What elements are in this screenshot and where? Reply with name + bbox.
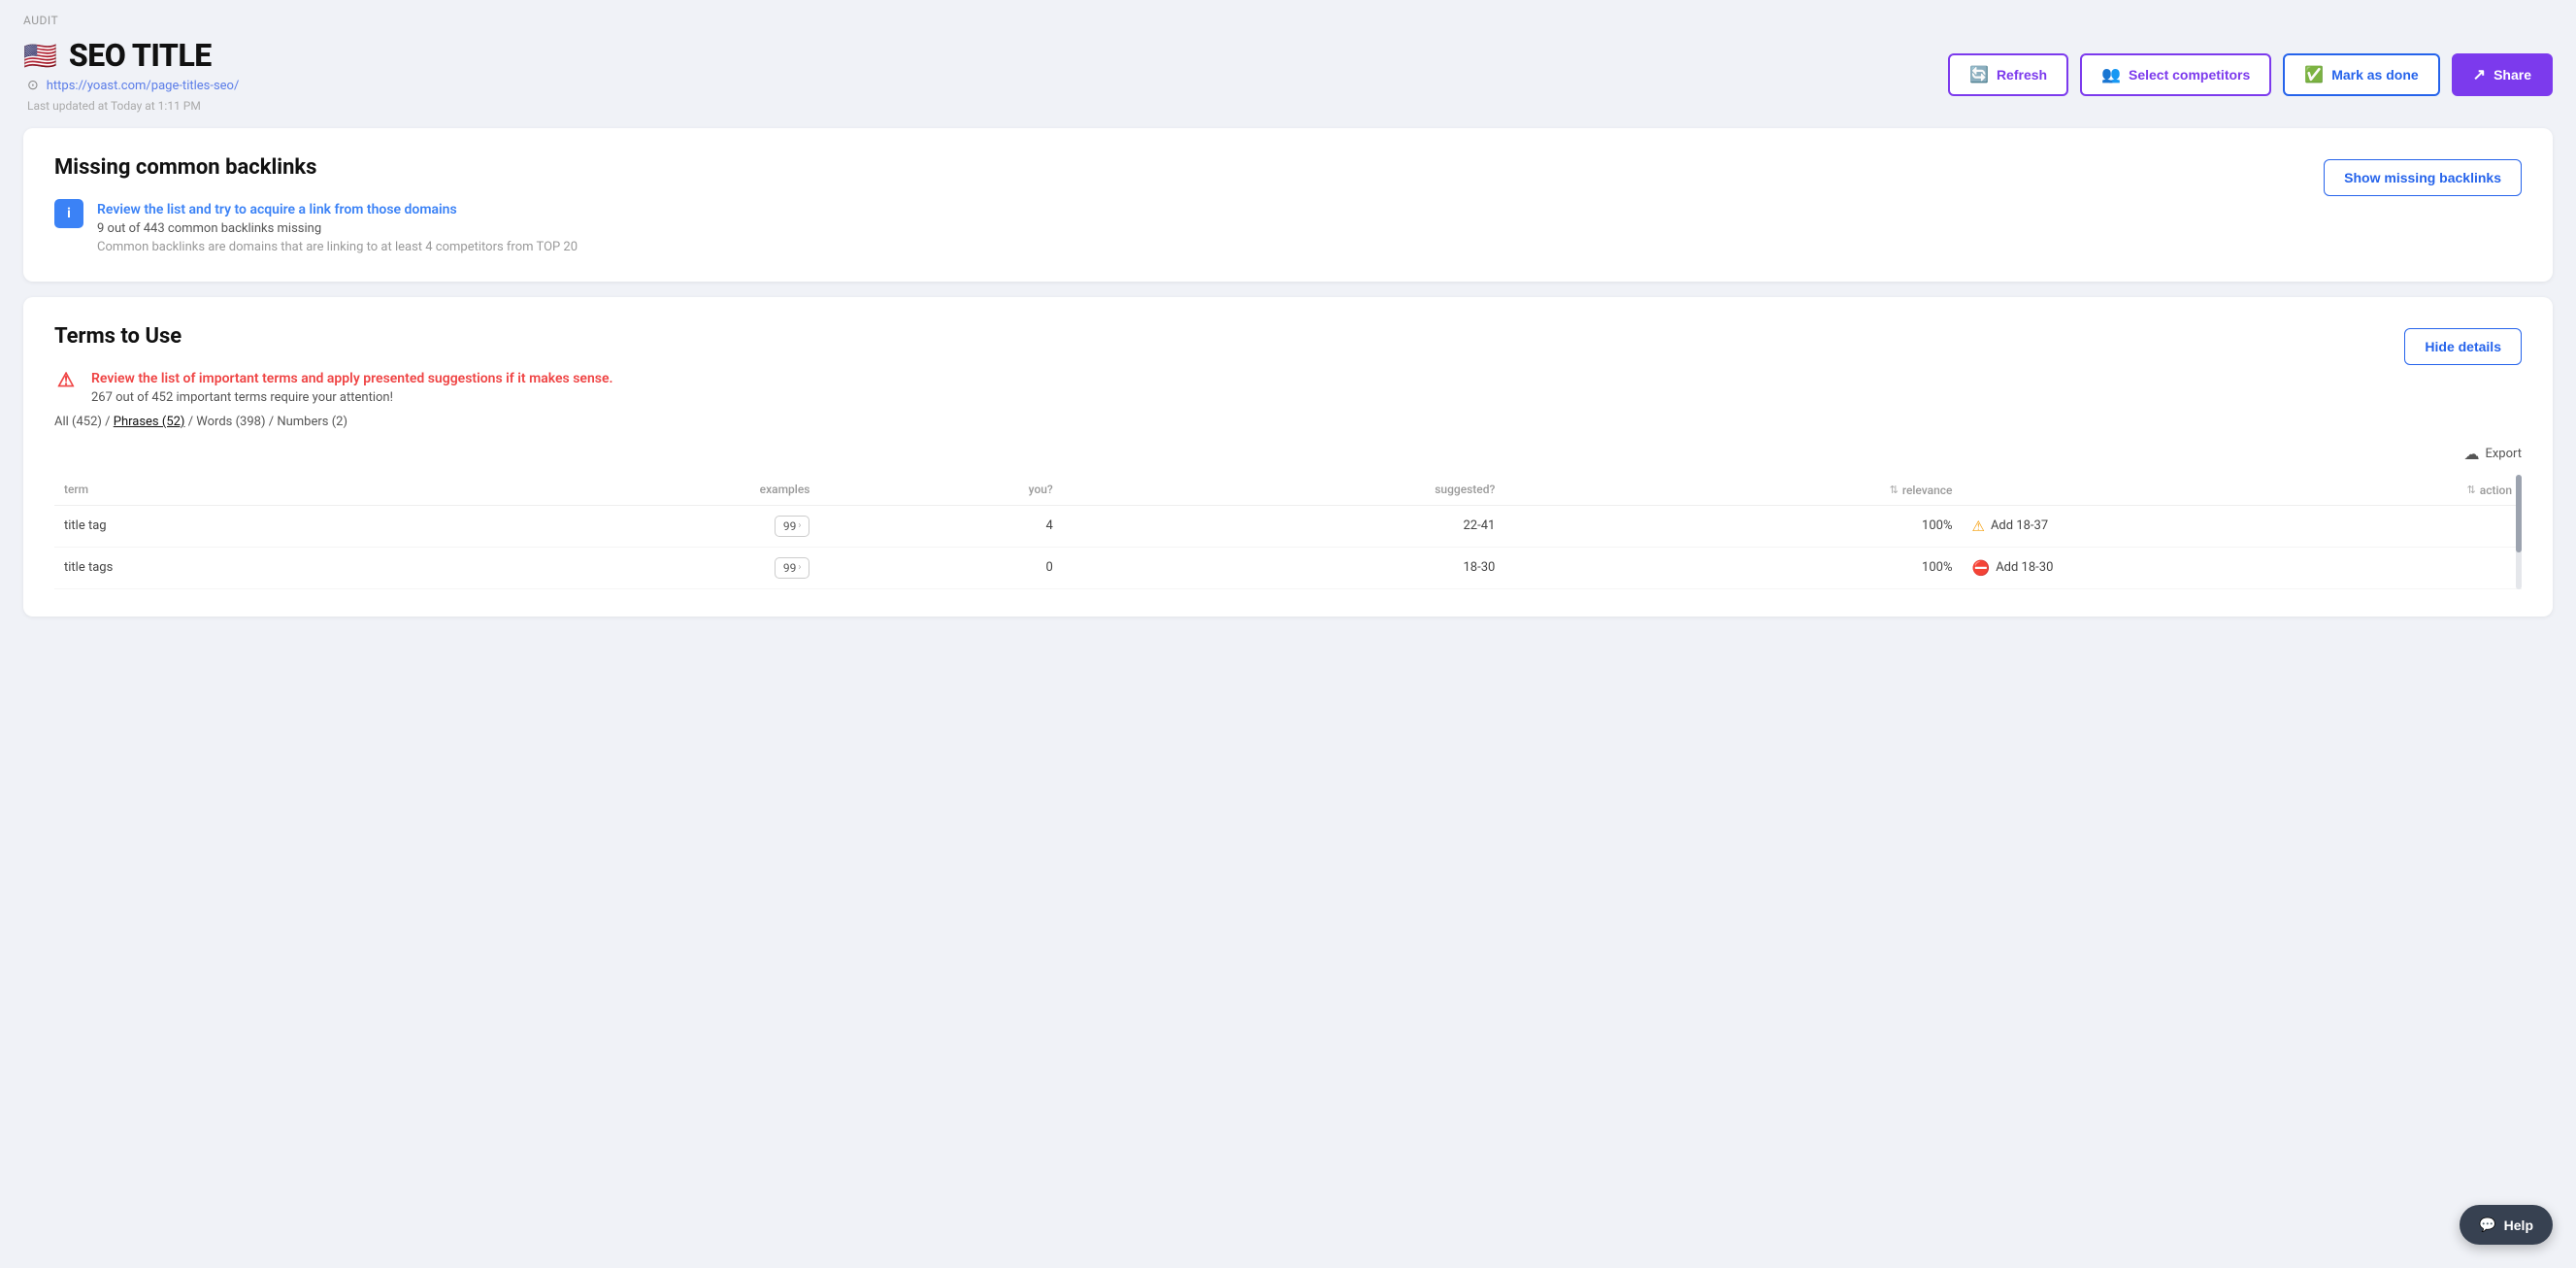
check-circle-icon: ✅ xyxy=(2304,65,2324,84)
chevron-right-icon: › xyxy=(798,562,801,573)
page-url[interactable]: https://yoast.com/page-titles-seo/ xyxy=(47,79,240,93)
help-button[interactable]: 💬 Help xyxy=(2460,1205,2553,1245)
share-button[interactable]: ↗ Share xyxy=(2452,53,2553,96)
col-term: term xyxy=(54,475,433,505)
terms-info-content: Review the list of important terms and a… xyxy=(91,368,612,405)
you-cell: 4 xyxy=(819,505,1062,547)
refresh-icon: 🔄 xyxy=(1969,65,1989,84)
flag-icon: 🇺🇸 xyxy=(23,40,57,72)
share-icon: ↗ xyxy=(2473,65,2486,84)
page-header: 🇺🇸 SEO TITLE ⊙ https://yoast.com/page-ti… xyxy=(0,27,2576,128)
hide-details-button[interactable]: Hide details xyxy=(2404,328,2522,365)
show-missing-backlinks-button[interactable]: Show missing backlinks xyxy=(2324,159,2522,196)
action-cell: ⛔ Add 18-30 xyxy=(1963,547,2523,588)
competitors-icon: 👥 xyxy=(2101,65,2121,84)
examples-badge[interactable]: 99› xyxy=(775,557,810,579)
terms-table: term examples you? xyxy=(54,475,2522,589)
help-chat-icon: 💬 xyxy=(2479,1217,2495,1233)
backlinks-info-content: Review the list and try to acquire a lin… xyxy=(97,199,578,254)
select-competitors-button[interactable]: 👥 Select competitors xyxy=(2080,53,2271,96)
table-header-row: term examples you? xyxy=(54,475,2522,505)
terms-table-body: title tag 99› 4 22-41 100% ⚠ Add 18-37 t… xyxy=(54,505,2522,588)
examples-cell: 99› xyxy=(433,547,819,588)
terms-table-container: term examples you? xyxy=(54,475,2522,589)
col-suggested[interactable]: suggested? xyxy=(1063,475,1505,505)
refresh-button[interactable]: 🔄 Refresh xyxy=(1948,53,2068,96)
filter-all[interactable]: All (452) xyxy=(54,415,102,429)
terms-table-head: term examples you? xyxy=(54,475,2522,505)
action-cell: ⚠ Add 18-37 xyxy=(1963,505,2523,547)
relevance-cell: 100% xyxy=(1504,547,1962,588)
col-examples[interactable]: examples xyxy=(433,475,819,505)
scroll-thumb[interactable] xyxy=(2516,475,2522,552)
filter-numbers[interactable]: Numbers (2) xyxy=(277,415,347,429)
col-action[interactable]: ⇅ action xyxy=(1963,475,2523,505)
main-content: Missing common backlinks i Review the li… xyxy=(0,128,2576,640)
backlinks-card: Missing common backlinks i Review the li… xyxy=(23,128,2553,282)
col-you[interactable]: you? xyxy=(819,475,1062,505)
url-row: ⊙ https://yoast.com/page-titles-seo/ xyxy=(23,78,239,93)
backlinks-info-box: i Review the list and try to acquire a l… xyxy=(54,199,578,254)
examples-cell: 99› xyxy=(433,505,819,547)
you-cell: 0 xyxy=(819,547,1062,588)
action-text: Add 18-37 xyxy=(1991,518,2048,533)
terms-info-box: ⚠ Review the list of important terms and… xyxy=(54,368,612,405)
terms-card: Terms to Use ⚠ Review the list of import… xyxy=(23,297,2553,617)
title-row: 🇺🇸 SEO TITLE xyxy=(23,37,239,74)
mark-as-done-button[interactable]: ✅ Mark as done xyxy=(2283,53,2439,96)
examples-badge[interactable]: 99› xyxy=(775,516,810,537)
term-cell: title tag xyxy=(54,505,433,547)
col-relevance[interactable]: ⇅ relevance xyxy=(1504,475,1962,505)
info-icon: i xyxy=(54,199,83,228)
last-updated-text: Last updated at Today at 1:11 PM xyxy=(23,99,239,113)
audit-label: AUDIT xyxy=(0,0,2576,27)
filter-words[interactable]: Words (398) xyxy=(196,415,265,429)
header-actions: 🔄 Refresh 👥 Select competitors ✅ Mark as… xyxy=(1948,53,2553,96)
scrollbar[interactable] xyxy=(2516,475,2522,589)
warn-icon: ⚠ xyxy=(1972,517,1985,535)
filter-phrases[interactable]: Phrases (52) xyxy=(114,415,185,429)
table-row: title tags 99› 0 18-30 100% ⛔ Add 18-30 xyxy=(54,547,2522,588)
export-icon: ☁ xyxy=(2463,445,2479,463)
backlinks-desc: Common backlinks are domains that are li… xyxy=(97,240,578,254)
page-title: SEO TITLE xyxy=(69,37,212,74)
terms-alert-link[interactable]: Review the list of important terms and a… xyxy=(91,371,612,386)
header-left: 🇺🇸 SEO TITLE ⊙ https://yoast.com/page-ti… xyxy=(23,37,239,113)
action-text: Add 18-30 xyxy=(1996,560,2053,575)
error-icon: ⚠ xyxy=(54,368,78,391)
terms-stat: 267 out of 452 important terms require y… xyxy=(91,390,612,405)
chevron-right-icon: › xyxy=(798,520,801,531)
backlinks-header-row: Missing common backlinks i Review the li… xyxy=(54,155,2522,254)
error-icon: ⛔ xyxy=(1972,559,1991,577)
terms-left: Terms to Use ⚠ Review the list of import… xyxy=(54,324,612,405)
backlinks-left: Missing common backlinks i Review the li… xyxy=(54,155,578,254)
term-cell: title tags xyxy=(54,547,433,588)
terms-title: Terms to Use xyxy=(54,324,612,349)
backlinks-info-link[interactable]: Review the list and try to acquire a lin… xyxy=(97,202,457,217)
suggested-cell: 22-41 xyxy=(1063,505,1505,547)
suggested-cell: 18-30 xyxy=(1063,547,1505,588)
backlinks-title: Missing common backlinks xyxy=(54,155,578,180)
export-row: ☁ Export xyxy=(54,445,2522,463)
backlinks-stat: 9 out of 443 common backlinks missing xyxy=(97,221,578,236)
table-row: title tag 99› 4 22-41 100% ⚠ Add 18-37 xyxy=(54,505,2522,547)
terms-filter-row: All (452) / Phrases (52) / Words (398) /… xyxy=(54,415,2522,429)
link-icon: ⊙ xyxy=(27,78,39,93)
export-label[interactable]: Export xyxy=(2485,447,2522,461)
terms-header-row: Terms to Use ⚠ Review the list of import… xyxy=(54,324,2522,405)
relevance-cell: 100% xyxy=(1504,505,1962,547)
